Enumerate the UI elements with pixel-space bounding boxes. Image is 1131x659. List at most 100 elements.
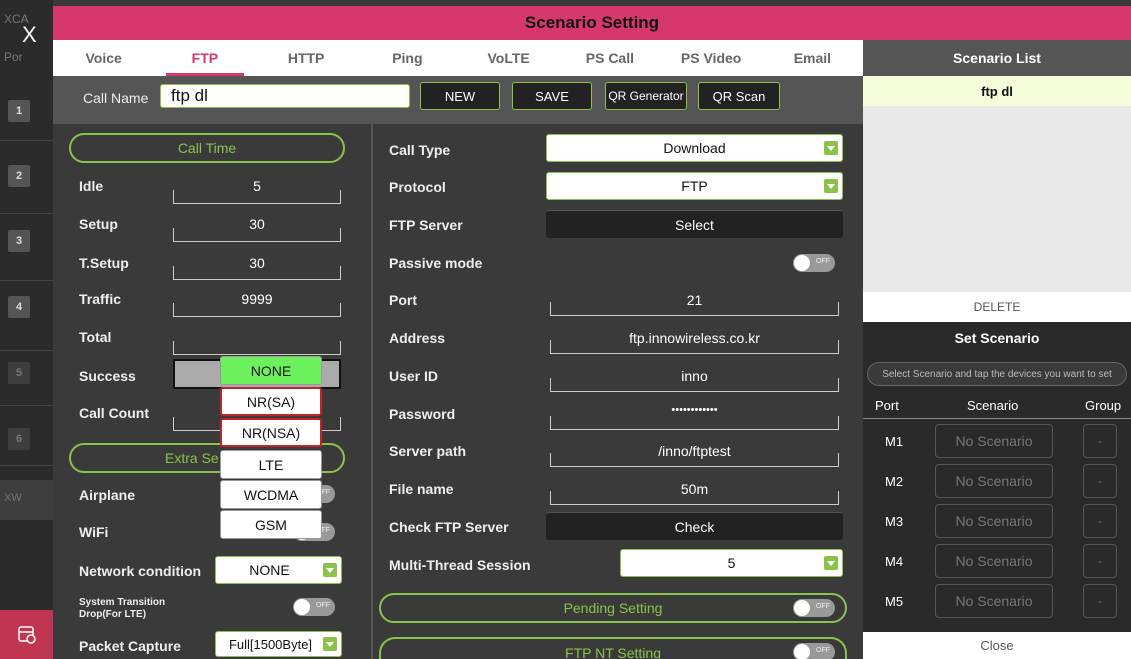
packet-capture-select[interactable]: Full[1500Byte] xyxy=(215,631,342,657)
bg-row-number: 5 xyxy=(8,362,30,384)
tab-email[interactable]: Email xyxy=(762,40,863,76)
scenario-setting-dialog: Scenario Setting Voice FTP HTTP Ping VoL… xyxy=(53,6,1131,659)
check-button[interactable]: Check xyxy=(546,512,843,540)
bg-port-label: Por xyxy=(4,50,23,64)
close-button[interactable]: Close xyxy=(863,632,1131,659)
passive-mode-toggle[interactable]: OFF xyxy=(793,254,835,272)
bg-row-number: 6 xyxy=(8,428,30,450)
multi-thread-label: Multi-Thread Session xyxy=(389,557,531,573)
setup-value: 30 xyxy=(249,216,265,232)
total-field[interactable] xyxy=(173,341,341,355)
idle-label: Idle xyxy=(79,178,104,194)
packet-capture-label: Packet Capture xyxy=(79,638,181,654)
port-m1-scenario[interactable]: No Scenario xyxy=(935,424,1053,458)
airplane-label: Airplane xyxy=(79,487,136,503)
qr-scan-button[interactable]: QR Scan xyxy=(698,82,780,110)
port-m5-label: M5 xyxy=(885,594,904,609)
port-m1-label: M1 xyxy=(885,434,904,449)
tab-ping[interactable]: Ping xyxy=(357,40,458,76)
dropdown-option-nr-nsa[interactable]: NR(NSA) xyxy=(220,418,322,447)
chevron-down-icon xyxy=(323,637,337,651)
password-label: Password xyxy=(389,406,456,422)
port-m2-scenario[interactable]: No Scenario xyxy=(935,464,1053,498)
port-value: 21 xyxy=(686,292,703,308)
system-transition-toggle[interactable]: OFF xyxy=(293,598,335,616)
scenario-list-item[interactable]: ftp dl xyxy=(863,76,1131,106)
tsetup-value: 30 xyxy=(249,255,265,271)
multi-thread-select[interactable]: 5 xyxy=(620,549,843,577)
dropdown-option-wcdma[interactable]: WCDMA xyxy=(220,480,322,509)
tab-voice[interactable]: Voice xyxy=(53,40,154,76)
port-m2-group[interactable]: - xyxy=(1083,464,1117,498)
address-label: Address xyxy=(389,330,446,346)
close-icon[interactable]: X xyxy=(22,22,37,48)
ftp-nt-setting-section[interactable]: FTP NT Setting xyxy=(379,637,847,659)
tab-ps-call[interactable]: PS Call xyxy=(559,40,660,76)
dropdown-option-gsm[interactable]: GSM xyxy=(220,510,322,539)
port-m5-group[interactable]: - xyxy=(1083,584,1117,618)
ftp-server-label: FTP Server xyxy=(389,217,463,233)
call-type-value: Download xyxy=(663,140,726,156)
address-value: ftp.innowireless.co.kr xyxy=(629,330,760,346)
protocol-value: FTP xyxy=(681,178,708,194)
traffic-label: Traffic xyxy=(79,291,122,307)
passive-mode-label: Passive mode xyxy=(389,255,483,271)
protocol-select[interactable]: FTP xyxy=(546,172,843,200)
pending-setting-label: Pending Setting xyxy=(563,600,663,616)
tab-http[interactable]: HTTP xyxy=(256,40,357,76)
bg-row-number: 4 xyxy=(8,296,30,318)
password-field[interactable] xyxy=(550,416,839,430)
port-m4-scenario[interactable]: No Scenario xyxy=(935,544,1053,578)
group-column-header: Group xyxy=(1085,398,1122,413)
qr-generator-button[interactable]: QR Generator xyxy=(605,82,687,110)
port-label: Port xyxy=(389,292,417,308)
port-m1-group[interactable]: - xyxy=(1083,424,1117,458)
scenario-list-title: Scenario List xyxy=(863,40,1131,76)
bg-separator xyxy=(0,465,53,466)
ftp-server-select-button[interactable]: Select xyxy=(546,210,843,238)
bg-row-number: 2 xyxy=(8,165,30,187)
call-name-row: Call Name NEW SAVE QR Generator QR Scan xyxy=(53,76,863,124)
call-type-label: Call Type xyxy=(389,142,451,158)
system-transition-label: System Transition xyxy=(79,597,166,608)
pending-setting-section[interactable]: Pending Setting xyxy=(379,593,847,623)
scenario-list-panel: Scenario List ftp dl DELETE Set Scenario… xyxy=(863,40,1131,659)
bg-xw-label: XW xyxy=(0,480,53,520)
packet-capture-value: Full[1500Byte] xyxy=(228,636,313,652)
dropdown-option-nr-sa[interactable]: NR(SA) xyxy=(220,387,322,416)
delete-button[interactable]: DELETE xyxy=(863,292,1131,322)
ftp-nt-setting-toggle[interactable]: OFF xyxy=(793,643,835,659)
wifi-label: WiFi xyxy=(79,524,109,540)
port-m4-group[interactable]: - xyxy=(1083,544,1117,578)
tab-volte[interactable]: VoLTE xyxy=(458,40,559,76)
file-name-label: File name xyxy=(389,481,454,497)
scenario-app-icon xyxy=(0,610,53,659)
success-label: Success xyxy=(79,368,136,384)
total-label: Total xyxy=(79,329,112,345)
new-button[interactable]: NEW xyxy=(420,82,500,110)
chevron-down-icon xyxy=(824,556,838,570)
call-count-label: Call Count xyxy=(79,405,149,421)
call-type-select[interactable]: Download xyxy=(546,134,843,162)
dropdown-option-lte[interactable]: LTE xyxy=(220,450,322,479)
port-m3-group[interactable]: - xyxy=(1083,504,1117,538)
pending-setting-toggle[interactable]: OFF xyxy=(793,599,835,617)
tab-ftp[interactable]: FTP xyxy=(154,40,255,76)
port-m3-scenario[interactable]: No Scenario xyxy=(935,504,1053,538)
port-m5-scenario[interactable]: No Scenario xyxy=(935,584,1053,618)
save-button[interactable]: SAVE xyxy=(512,82,592,110)
bg-separator xyxy=(0,213,53,214)
chevron-down-icon xyxy=(323,563,337,577)
header-divider xyxy=(863,418,1131,419)
chevron-down-icon xyxy=(824,179,838,193)
network-condition-select[interactable]: NONE xyxy=(215,556,342,584)
bg-separator xyxy=(0,405,53,406)
call-name-input[interactable] xyxy=(160,84,410,108)
background-app-strip: XCA Por 1 2 3 4 5 6 XW xyxy=(0,0,53,659)
password-value: •••••••••••• xyxy=(671,404,718,416)
call-time-section[interactable]: Call Time xyxy=(69,133,345,163)
tab-ps-video[interactable]: PS Video xyxy=(661,40,762,76)
server-path-label: Server path xyxy=(389,443,467,459)
dropdown-option-none[interactable]: NONE xyxy=(220,356,322,385)
bg-separator xyxy=(0,140,53,141)
